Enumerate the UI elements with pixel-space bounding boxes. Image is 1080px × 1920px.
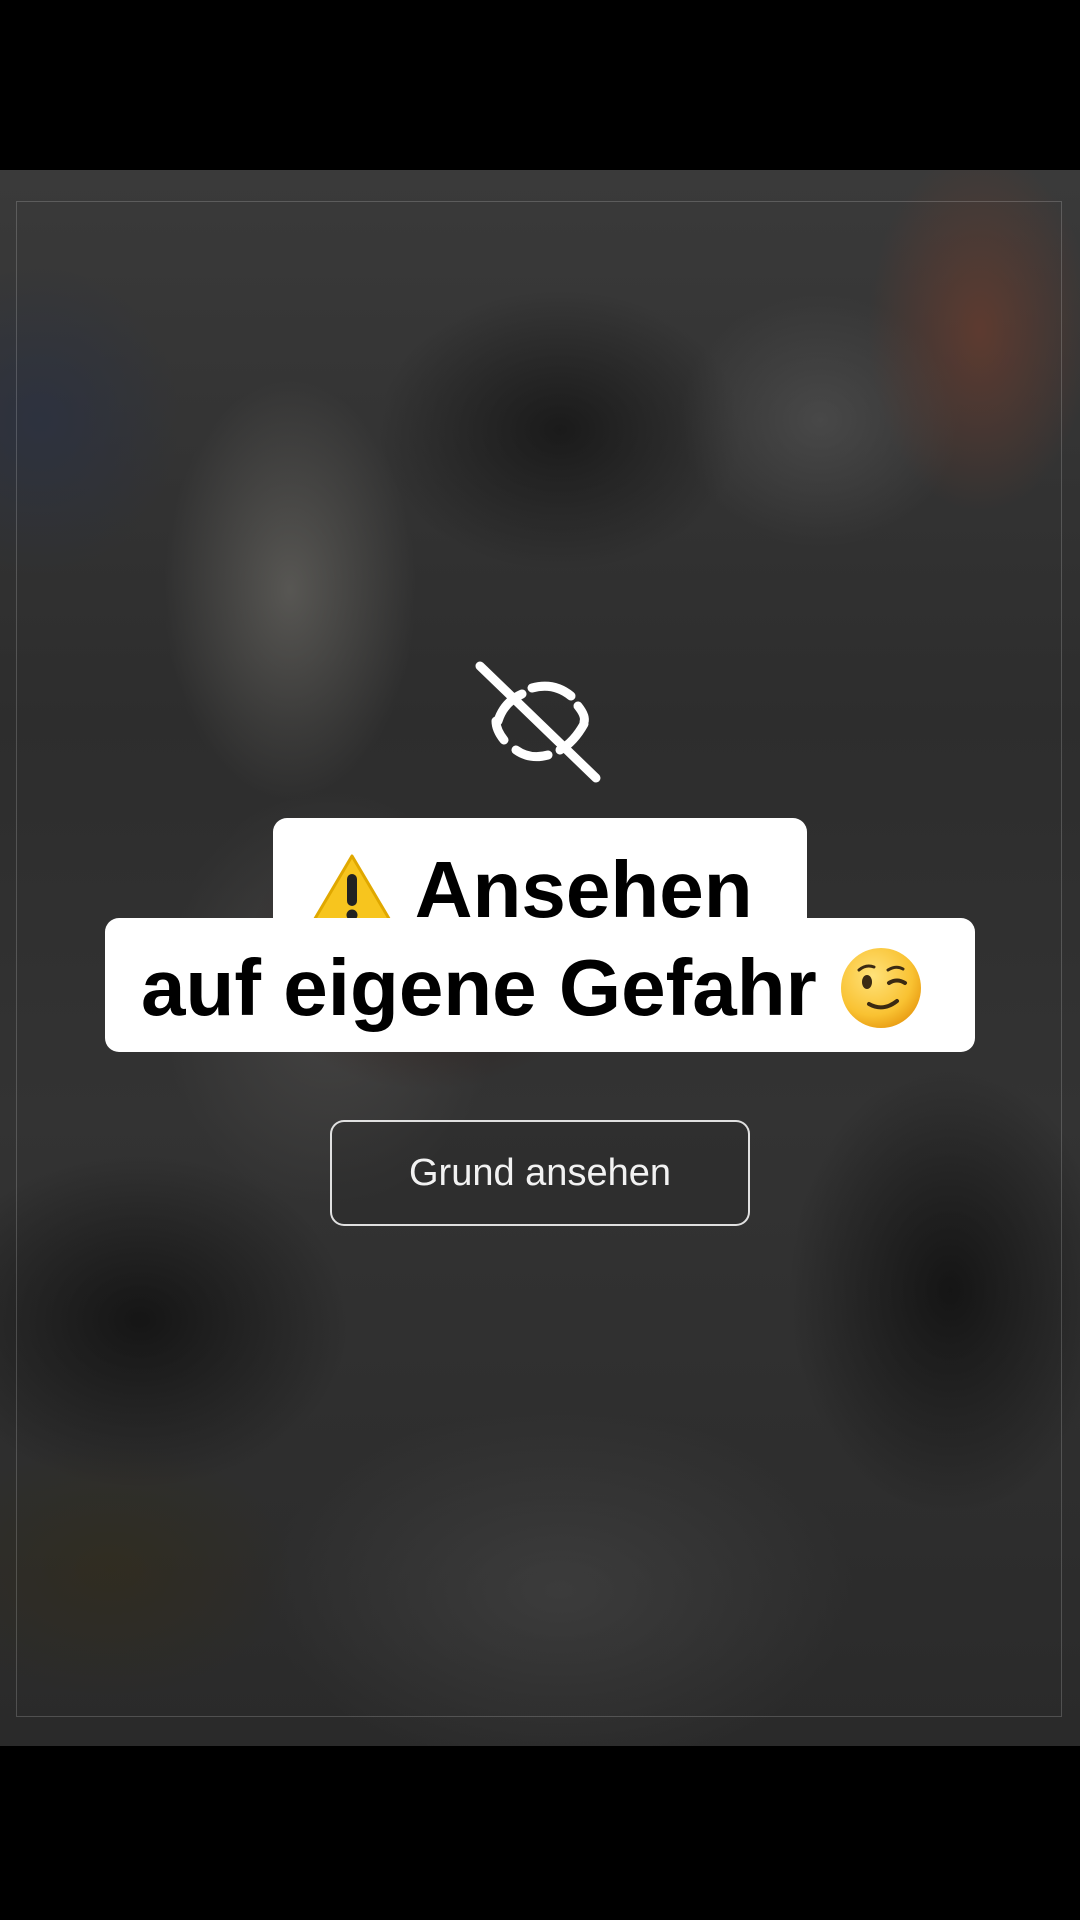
screen: Ansehen auf eigene Gefahr Grund ansehen xyxy=(0,0,1080,1920)
eye-off-icon xyxy=(475,661,601,783)
caption-line-2-text: auf eigene Gefahr xyxy=(141,943,817,1032)
warning-caption-line-2: auf eigene Gefahr xyxy=(0,918,1080,1052)
caption-line-1-box: Ansehen xyxy=(273,818,807,934)
caption-line-2-box: auf eigene Gefahr xyxy=(105,918,975,1052)
warning-caption-line-1: Ansehen xyxy=(0,818,1080,934)
winking-face-emoji xyxy=(840,947,921,1028)
warning-emoji xyxy=(311,854,394,928)
view-reason-button[interactable]: Grund ansehen xyxy=(330,1120,750,1226)
